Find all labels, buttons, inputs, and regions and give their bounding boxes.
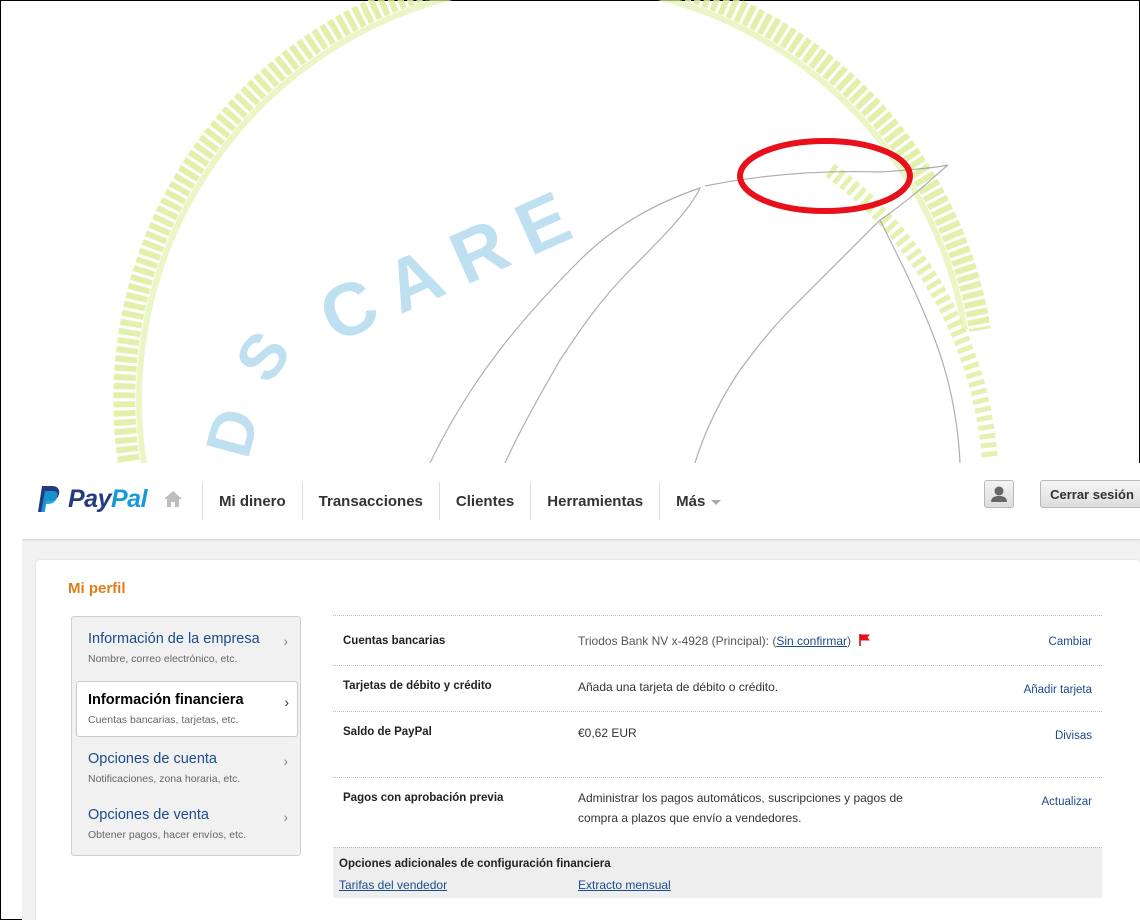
sidebar-item-subtitle: Obtener pagos, hacer envíos, etc.	[88, 829, 247, 841]
profile-sidebar: Información de la empresa Nombre, correo…	[71, 616, 301, 856]
row-saldo: Saldo de PayPal €0,62 EUR Divisas	[333, 711, 1102, 778]
chevron-right-icon: ›	[284, 694, 289, 710]
nav-mas[interactable]: Más	[659, 482, 737, 520]
chevron-right-icon: ›	[283, 753, 288, 769]
update-link[interactable]: Actualizar	[1042, 796, 1093, 808]
paypal-logo[interactable]: PayPal	[36, 483, 148, 515]
sidebar-item-subtitle: Cuentas bancarias, tarjetas, etc.	[88, 714, 239, 726]
extra-settings: Opciones adicionales de configuración fi…	[333, 847, 1102, 898]
sidebar-item-subtitle: Notificaciones, zona horaria, etc.	[88, 773, 241, 785]
unconfirmed-link[interactable]: Sin confirmar	[776, 634, 847, 648]
seller-fees-link[interactable]: Tarifas del vendedor	[339, 878, 447, 892]
sidebar-item-subtitle: Nombre, correo electrónico, etc.	[88, 653, 238, 665]
chevron-right-icon: ›	[283, 809, 288, 825]
profile-button[interactable]	[984, 480, 1014, 508]
flag-icon	[859, 634, 871, 646]
logout-button[interactable]: Cerrar sesión	[1040, 480, 1140, 508]
change-bank-link[interactable]: Cambiar	[1049, 636, 1092, 648]
main-nav: Mi dinero Transacciones Clientes Herrami…	[202, 463, 737, 539]
row-value: Añada una tarjeta de débito o crédito.	[578, 680, 779, 694]
paypal-p-icon	[38, 486, 60, 512]
sidebar-item-title: Opciones de cuenta	[88, 751, 217, 767]
user-icon	[991, 486, 1007, 502]
chevron-down-icon	[711, 499, 722, 505]
nav-mi-dinero[interactable]: Mi dinero	[202, 482, 302, 520]
paypal-screenshot: PayPal Mi dinero Transacciones Clientes …	[22, 463, 1140, 920]
sidebar-item-empresa[interactable]: Información de la empresa Nombre, correo…	[72, 621, 300, 677]
profile-panel: Mi perfil Información de la empresa Nomb…	[36, 560, 1140, 920]
row-value: €0,62 EUR	[578, 726, 637, 740]
sidebar-item-title: Opciones de venta	[88, 807, 209, 823]
watermark-text-s: S	[221, 318, 304, 394]
top-navbar: PayPal Mi dinero Transacciones Clientes …	[22, 463, 1140, 540]
sidebar-item-venta[interactable]: Opciones de venta Obtener pagos, hacer e…	[72, 797, 300, 853]
sidebar-item-financiera[interactable]: Información financiera Cuentas bancarias…	[76, 681, 298, 737]
sidebar-item-title: Información financiera	[88, 692, 244, 708]
row-label: Cuentas bancarias	[343, 635, 446, 647]
row-pagos-aprobacion: Pagos con aprobación previa Administrar …	[333, 777, 1102, 848]
nav-transacciones[interactable]: Transacciones	[301, 482, 439, 520]
watermark-text-d: D	[192, 401, 274, 464]
row-label: Saldo de PayPal	[343, 726, 432, 738]
monthly-statement-link[interactable]: Extracto mensual	[578, 878, 671, 892]
extra-settings-heading: Opciones adicionales de configuración fi…	[339, 858, 611, 870]
chevron-right-icon: ›	[283, 633, 288, 649]
row-label: Tarjetas de débito y crédito	[343, 680, 492, 692]
row-cuentas-bancarias: Cuentas bancarias Triodos Bank NV x-4928…	[333, 615, 1102, 666]
row-tarjetas: Tarjetas de débito y crédito Añada una t…	[333, 665, 1102, 712]
row-value: Administrar los pagos automáticos, suscr…	[578, 791, 903, 825]
page-title: Mi perfil	[68, 580, 126, 597]
row-label: Pagos con aprobación previa	[343, 792, 504, 804]
add-card-link[interactable]: Añadir tarjeta	[1024, 684, 1092, 696]
watermark-text-care: CARE	[308, 168, 599, 358]
sidebar-item-cuenta[interactable]: Opciones de cuenta Notificaciones, zona …	[72, 741, 300, 797]
currencies-link[interactable]: Divisas	[1055, 730, 1092, 742]
nav-herramientas[interactable]: Herramientas	[530, 482, 659, 520]
home-icon[interactable]	[162, 489, 184, 509]
nav-clientes[interactable]: Clientes	[438, 482, 530, 520]
row-value: Triodos Bank NV x-4928 (Principal): (Sin…	[578, 631, 872, 651]
paypal-wordmark: PayPal	[68, 484, 148, 513]
sidebar-item-title: Información de la empresa	[88, 631, 260, 647]
